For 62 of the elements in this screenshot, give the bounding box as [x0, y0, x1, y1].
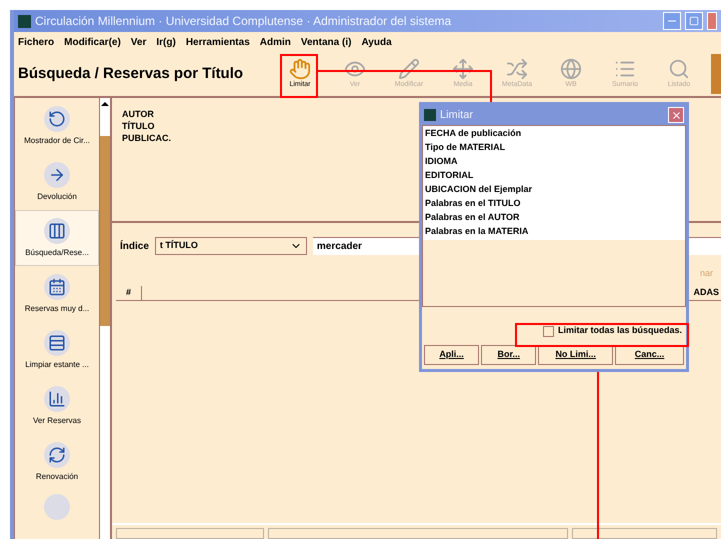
option-item[interactable]: Palabras en el TITULO	[425, 196, 685, 210]
menu-item[interactable]: Modificar(e)	[64, 34, 121, 50]
option-item[interactable]: Palabras en el AUTOR	[425, 210, 685, 224]
column-header: #	[116, 286, 142, 300]
dialog-button[interactable]: Bor...	[481, 345, 536, 365]
index-dropdown[interactable]: t TÍTULO	[154, 237, 307, 255]
index-label: Índice	[120, 239, 149, 254]
record-field: TÍTULO	[122, 120, 154, 132]
dialog-button[interactable]: No Limi...	[538, 345, 614, 365]
close-button[interactable]	[707, 12, 717, 30]
option-item[interactable]: UBICACION del Ejemplar	[425, 182, 685, 196]
bar-chart-icon	[44, 386, 70, 412]
sidebar-item[interactable]: Búsqueda/Rese...	[15, 210, 99, 266]
option-item[interactable]: EDITORIAL	[425, 168, 685, 182]
close-button[interactable]	[668, 107, 684, 123]
arrow-right-icon	[44, 162, 70, 188]
sidebar-item[interactable]: Renovación	[15, 434, 99, 490]
pencil-icon	[398, 58, 420, 80]
sidebar-item[interactable]: Limpiar estante ...	[15, 322, 99, 378]
column-header: ADAS	[693, 286, 720, 300]
dialog-button[interactable]: Canc...	[615, 345, 684, 365]
app-logo-icon	[424, 109, 436, 121]
calendar-icon	[44, 274, 70, 300]
sidebar-item[interactable]: Ver Reservas	[15, 378, 99, 434]
dialog-title: Limitar	[440, 108, 474, 123]
menu-item[interactable]: Herramientas	[186, 34, 250, 50]
menu-item[interactable]: Fichero	[18, 34, 54, 50]
option-item[interactable]: IDIOMA	[425, 154, 685, 168]
scrollbar[interactable]	[100, 98, 112, 539]
menu-item[interactable]: Ventana (i)	[300, 34, 352, 50]
sidebar-item[interactable]: Reservas muy d...	[15, 266, 99, 322]
record-field: PUBLICAC.	[122, 132, 171, 144]
option-item[interactable]: Palabras en la MATERIA	[425, 224, 685, 238]
search-icon	[668, 58, 690, 80]
limit-all-checkbox[interactable]: Limitar todas las búsquedas.	[542, 324, 682, 338]
dialog-button[interactable]: Apli...	[424, 345, 480, 365]
scroll-up-icon[interactable]	[100, 98, 110, 110]
page-title: Búsqueda / Reservas por Título	[18, 65, 244, 82]
refresh-icon	[44, 442, 70, 468]
hand-icon	[289, 58, 311, 80]
option-item[interactable]: FECHA de publicación	[425, 126, 685, 140]
rows-icon	[44, 330, 70, 356]
window-title: Circulación Millennium · Universidad Complutense · Administrador del sistema	[35, 13, 452, 30]
sidebar-item[interactable]: Devolución	[15, 154, 99, 210]
record-field: AUTOR	[122, 108, 154, 120]
move-arrows-icon	[452, 58, 474, 80]
maximize-button[interactable]	[685, 12, 703, 30]
menu-item[interactable]: Ayuda	[361, 34, 392, 50]
scrollbar-thumb[interactable]	[100, 136, 110, 326]
app-logo-icon	[18, 14, 31, 28]
sidebar-item[interactable]: Mostrador de Cir...	[15, 98, 99, 154]
shuffle-icon	[506, 58, 528, 80]
annotation-box	[280, 54, 318, 98]
option-item[interactable]: Tipo de MATERIAL	[425, 140, 685, 154]
minimize-button[interactable]	[663, 12, 681, 30]
maximize-icon	[689, 16, 699, 26]
menu-item[interactable]: Ver	[130, 34, 146, 50]
menu-item[interactable]: Admin	[260, 34, 291, 50]
columns-icon	[44, 218, 70, 244]
globe-icon	[560, 58, 582, 80]
close-icon	[670, 110, 682, 120]
menu-item[interactable]: Ir(g)	[156, 34, 176, 50]
